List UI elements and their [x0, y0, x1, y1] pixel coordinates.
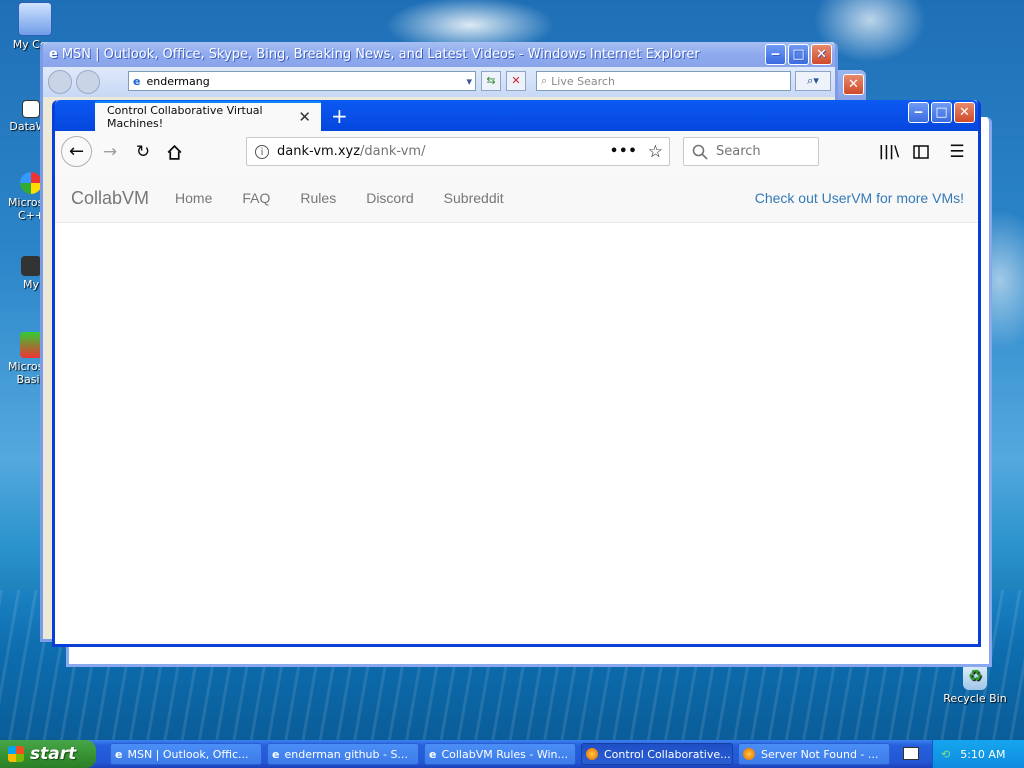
minimize-button[interactable]: ‒ — [908, 102, 929, 123]
shortcut-icon — [22, 100, 40, 118]
tab-collabvm[interactable]: Control Collaborative Virtual Machines! … — [95, 101, 321, 131]
library-icon[interactable]: |||\ — [878, 141, 900, 163]
refresh-button[interactable]: ⇆ — [481, 71, 501, 91]
site-navbar: CollabVM Home FAQ Rules Discord Subreddi… — [55, 174, 978, 223]
maximize-button[interactable]: □ — [931, 102, 952, 123]
ie-title-bar[interactable]: e MSN | Outlook, Office, Skype, Bing, Br… — [43, 42, 835, 67]
shortcut-icon — [21, 256, 41, 276]
desktop-icon-label: Recycle Bin — [943, 692, 1007, 705]
taskbar-item-active[interactable]: Control Collaborative... — [581, 743, 733, 765]
computer-icon — [18, 2, 52, 36]
search-icon: ⌕ — [541, 74, 548, 87]
url-path: /dank-vm/ — [360, 144, 426, 159]
back-button[interactable]: ← — [61, 136, 92, 167]
info-icon[interactable]: i — [255, 144, 269, 159]
taskbar: start e MSN | Outlook, Offic... e enderm… — [0, 740, 1024, 768]
url-domain: dank-vm.xyz — [277, 144, 361, 159]
ie-icon: e — [49, 47, 58, 62]
ie-window-title: MSN | Outlook, Office, Skype, Bing, Brea… — [61, 47, 700, 62]
ie-icon: e — [429, 747, 437, 761]
nav-rules[interactable]: Rules — [300, 190, 336, 206]
site-brand[interactable]: CollabVM — [71, 188, 149, 209]
network-icon[interactable]: ⟲ — [941, 748, 950, 761]
ie-search-box[interactable]: ⌕ Live Search — [536, 71, 791, 91]
taskbar-item-label: enderman github - S... — [284, 747, 408, 761]
sidebar-icon[interactable] — [910, 141, 932, 163]
page-actions-icon[interactable]: ••• — [610, 144, 638, 159]
ie-page-icon: e — [133, 74, 141, 88]
taskbar-item-label: MSN | Outlook, Offic... — [127, 747, 249, 761]
nav-subreddit[interactable]: Subreddit — [444, 190, 504, 206]
firefox-toolbar: ← → ↻ i dank-vm.xyz/dank-vm/ ••• ☆ Searc… — [55, 131, 978, 175]
desktop-icon-recycle-bin[interactable]: ♻ Recycle Bin — [940, 662, 1010, 705]
firefox-icon — [586, 748, 598, 760]
ie-address-row: e endermang ▾ ⇆ ✕ ⌕ Live Search ⌕▾ — [43, 67, 835, 97]
bookmark-star-icon[interactable]: ☆ — [648, 142, 663, 162]
start-label: start — [30, 744, 77, 764]
firefox-window: Control Collaborative Virtual Machines! … — [52, 100, 981, 647]
stop-button[interactable]: ✕ — [506, 71, 526, 91]
nav-home[interactable]: Home — [175, 190, 212, 206]
home-icon — [167, 144, 181, 160]
ie-icon: e — [115, 747, 123, 761]
search-input[interactable]: Search — [683, 137, 819, 166]
taskbar-item-label: Server Not Found - ... — [761, 747, 879, 761]
chevron-down-icon[interactable]: ▾ — [466, 75, 472, 88]
close-button[interactable]: ✕ — [811, 44, 832, 65]
url-bar[interactable]: i dank-vm.xyz/dank-vm/ ••• ☆ — [246, 137, 670, 166]
page-content: CollabVM Home FAQ Rules Discord Subreddi… — [55, 174, 978, 644]
new-tab-button[interactable]: + — [331, 104, 348, 128]
search-icon — [692, 144, 708, 160]
home-button[interactable] — [163, 141, 185, 163]
uservm-link[interactable]: Check out UserVM for more VMs! — [755, 190, 964, 206]
desktop: My Com DataWa Microsof C++ My Microsof B… — [0, 0, 1024, 740]
taskbar-item[interactable]: e CollabVM Rules - Win... — [424, 743, 576, 765]
clock[interactable]: 5:10 AM — [960, 748, 1005, 761]
search-placeholder: Search — [716, 144, 761, 159]
nav-discord[interactable]: Discord — [366, 190, 413, 206]
taskbar-item-label: CollabVM Rules - Win... — [441, 747, 569, 761]
system-tray: ⟲ 5:10 AM — [932, 740, 1024, 768]
visual-cpp-icon — [20, 172, 42, 194]
desktop-icon-label: My — [22, 278, 39, 291]
address-bar[interactable]: e endermang ▾ — [128, 71, 476, 91]
tab-title: Control Collaborative Virtual Machines! — [107, 104, 263, 130]
hamburger-menu-icon[interactable]: ☰ — [946, 141, 968, 163]
address-text: endermang — [146, 74, 210, 88]
ie-search-go-button[interactable]: ⌕▾ — [795, 71, 831, 91]
taskbar-item-label: Control Collaborative... — [604, 747, 731, 761]
forward-button[interactable]: → — [99, 141, 121, 163]
taskbar-item[interactable]: e enderman github - S... — [267, 743, 419, 765]
tab-close-icon[interactable]: ✕ — [298, 108, 311, 126]
nav-faq[interactable]: FAQ — [242, 190, 270, 206]
ie-search-placeholder: Live Search — [551, 74, 615, 88]
maximize-button[interactable]: □ — [788, 44, 809, 65]
keyboard-icon[interactable] — [903, 747, 919, 760]
firefox-title-bar[interactable]: Control Collaborative Virtual Machines! … — [55, 100, 978, 131]
close-button[interactable]: ✕ — [954, 102, 975, 123]
taskbar-item[interactable]: e MSN | Outlook, Offic... — [110, 743, 262, 765]
windows-logo-icon — [8, 746, 24, 762]
ie-icon: e — [272, 747, 280, 761]
firefox-icon — [743, 748, 755, 760]
back-button[interactable] — [48, 70, 72, 94]
forward-button[interactable] — [76, 70, 100, 94]
visual-basic-icon — [20, 332, 42, 358]
minimize-button[interactable]: ‒ — [765, 44, 786, 65]
taskbar-item[interactable]: Server Not Found - ... — [738, 743, 890, 765]
background-window-close-button[interactable]: ✕ — [843, 74, 864, 95]
start-button[interactable]: start — [0, 740, 96, 768]
reload-button[interactable]: ↻ — [132, 141, 154, 163]
